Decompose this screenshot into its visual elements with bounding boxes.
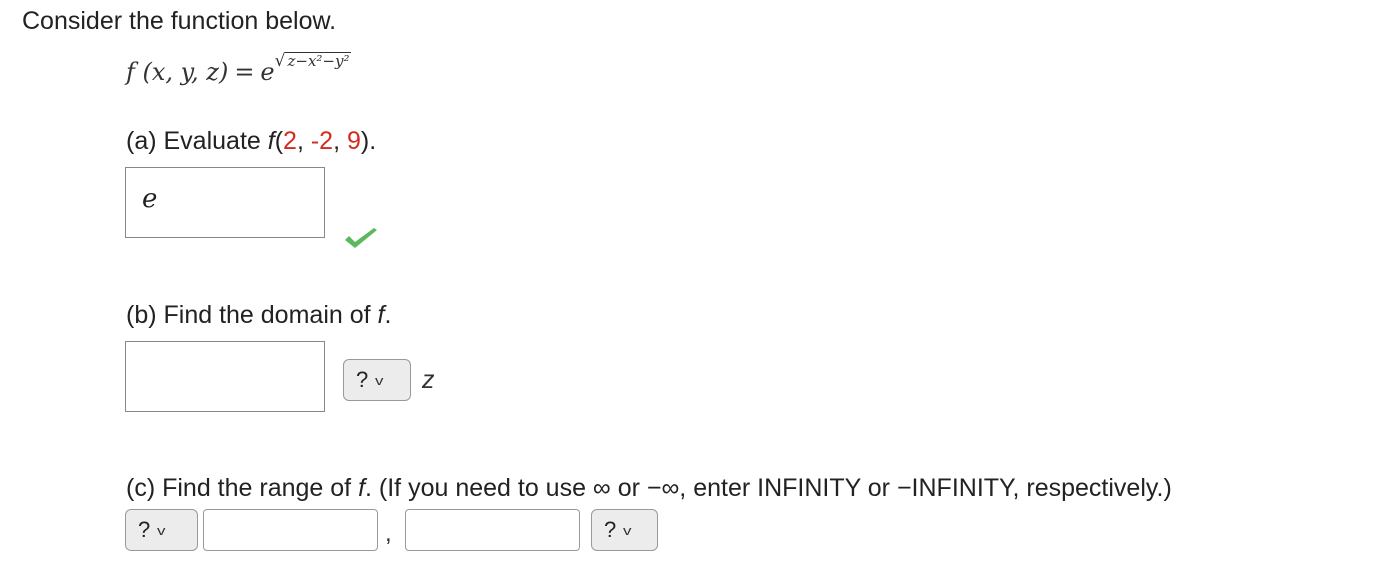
domain-relation-select[interactable]: ? v — [343, 359, 411, 401]
intro-text: Consider the function below. — [22, 7, 337, 35]
question-b-prefix: (b) Find the domain of — [126, 301, 378, 329]
question-c-suffix: . (If you need to use ∞ or −∞, enter INF… — [365, 474, 1172, 502]
function-formula: f (x, y, z) = e√ z−x²−y² — [126, 51, 352, 95]
question-c: (c) Find the range of f. (If you need to… — [126, 473, 1172, 503]
formula-base: e — [260, 58, 275, 86]
question-a-arg2: -2 — [310, 127, 334, 155]
question-c-function: f — [358, 474, 366, 502]
domain-select-value: ? — [356, 367, 369, 392]
range-right-bracket-select[interactable]: ? v — [591, 509, 658, 551]
question-a-prefix: (a) Evaluate — [126, 127, 268, 155]
chevron-down-icon: v — [157, 522, 166, 538]
domain-variable: z — [422, 366, 435, 394]
question-a-sep1: , — [296, 127, 311, 155]
question-a-arg1: 2 — [283, 127, 297, 155]
question-b-suffix: . — [384, 301, 392, 329]
chevron-down-icon: v — [623, 522, 632, 538]
radical-sign: √ — [274, 51, 286, 71]
range-left-select-value: ? — [138, 517, 151, 542]
checkmark-icon — [345, 228, 377, 248]
question-b: (b) Find the domain of f. — [126, 300, 391, 330]
question-a-sep2: , — [333, 127, 347, 155]
question-a-close: ). — [360, 127, 377, 155]
range-lower-input[interactable] — [203, 509, 378, 551]
answer-a-value: e — [142, 184, 158, 214]
range-comma: , — [385, 520, 392, 547]
formula-lhs: f (x, y, z) — [126, 58, 229, 86]
question-a-open: ( — [274, 127, 284, 155]
question-a-function: f — [267, 127, 275, 155]
domain-input[interactable] — [125, 341, 325, 412]
range-left-bracket-select[interactable]: ? v — [125, 509, 198, 551]
question-c-prefix: (c) Find the range of — [126, 474, 359, 502]
formula-radicand: z−x²−y² — [285, 52, 352, 70]
chevron-down-icon: v — [375, 372, 384, 388]
formula-exponent: √ z−x²−y² — [275, 41, 352, 81]
question-a: (a) Evaluate f(2, -2, 9). — [126, 126, 376, 156]
range-upper-input[interactable] — [405, 509, 580, 551]
range-right-select-value: ? — [604, 517, 617, 542]
formula-equals: = — [234, 58, 255, 86]
question-a-arg3: 9 — [346, 127, 361, 155]
answer-a-input[interactable]: e — [125, 167, 325, 238]
